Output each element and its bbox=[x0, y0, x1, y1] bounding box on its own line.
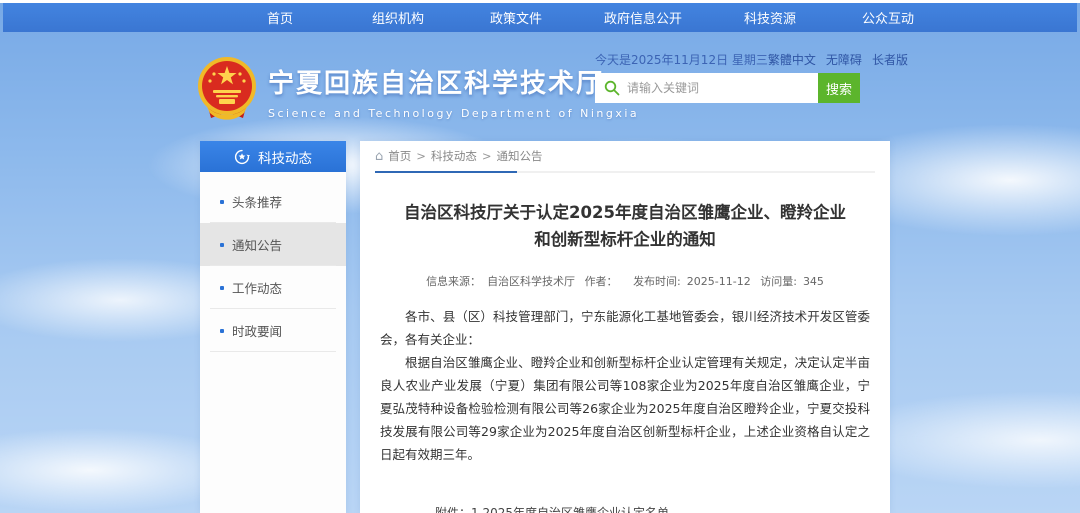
nav-item-gov-info[interactable]: 政府信息公开 bbox=[575, 8, 711, 27]
attachment-link-1[interactable]: 1.2025年度自治区雏鹰企业认定名单 bbox=[471, 504, 705, 513]
sidebar-item-current-politics[interactable]: 时政要闻 bbox=[200, 309, 346, 352]
meta-author-label: 作者： bbox=[585, 275, 618, 288]
sidebar-item-headlines[interactable]: 头条推荐 bbox=[200, 180, 346, 223]
national-emblem-logo bbox=[197, 56, 257, 124]
breadcrumb-divider bbox=[375, 171, 875, 173]
nav-item-interaction[interactable]: 公众互动 bbox=[829, 8, 947, 27]
meta-publish-label: 发布时间: bbox=[633, 275, 681, 288]
site-subtitle: Science and Technology Department of Nin… bbox=[268, 107, 639, 120]
search-icon bbox=[604, 80, 620, 96]
site-title-block: 宁夏回族自治区科学技术厅 Science and Technology Depa… bbox=[268, 63, 639, 120]
breadcrumb-separator: > bbox=[416, 149, 426, 163]
search-button[interactable]: 搜索 bbox=[818, 73, 860, 103]
sidebar-list: 头条推荐 通知公告 工作动态 时政要闻 bbox=[200, 172, 346, 352]
breadcrumb-tech-news[interactable]: 科技动态 bbox=[431, 148, 477, 164]
article-paragraph: 各市、县（区）科技管理部门，宁东能源化工基地管委会，银川经济技术开发区管委会，各… bbox=[380, 305, 870, 351]
meta-source-label: 信息来源： bbox=[426, 275, 481, 288]
meta-source: 自治区科学技术厅 bbox=[487, 275, 575, 288]
sidebar-title: 科技动态 bbox=[258, 147, 312, 167]
sidebar-item-work-updates[interactable]: 工作动态 bbox=[200, 266, 346, 309]
breadcrumb-home[interactable]: 首页 bbox=[388, 148, 411, 164]
nav-item-home[interactable]: 首页 bbox=[221, 8, 339, 27]
sidebar-item-label: 通知公告 bbox=[232, 235, 282, 254]
nav-item-policy[interactable]: 政策文件 bbox=[457, 8, 575, 27]
search-input-wrap bbox=[595, 73, 818, 103]
today-date-text: 今天是2025年11月12日 星期三 bbox=[595, 51, 768, 68]
article-paragraph: 根据自治区雏鹰企业、瞪羚企业和创新型标杆企业认定管理有关规定，决定认定半亩良人农… bbox=[380, 351, 870, 466]
home-icon: ⌂ bbox=[375, 150, 383, 163]
bullet-dot-icon bbox=[220, 243, 224, 247]
sidebar-header: 科技动态 bbox=[200, 141, 346, 172]
bullet-dot-icon bbox=[220, 329, 224, 333]
top-navigation: 首页 组织机构 政策文件 政府信息公开 科技资源 公众互动 bbox=[3, 3, 1077, 32]
attachments-label: 附件： bbox=[435, 504, 471, 513]
site-title: 宁夏回族自治区科学技术厅 bbox=[268, 63, 639, 100]
bullet-dot-icon bbox=[220, 286, 224, 290]
search-bar: 搜索 bbox=[595, 73, 875, 103]
sidebar-item-label: 时政要闻 bbox=[232, 321, 282, 340]
circular-star-icon bbox=[234, 149, 250, 165]
national-emblem-icon bbox=[197, 56, 257, 124]
sidebar-item-label: 工作动态 bbox=[232, 278, 282, 297]
meta-publish-date: 2025-11-12 bbox=[687, 275, 751, 288]
bullet-dot-icon bbox=[220, 200, 224, 204]
attachments: 附件： 1.2025年度自治区雏鹰企业认定名单 2.2025年度自治区瞪羚企业认… bbox=[435, 504, 870, 513]
article-body: 各市、县（区）科技管理部门，宁东能源化工基地管委会，银川经济技术开发区管委会，各… bbox=[380, 305, 870, 466]
quick-links: 繁體中文 无障碍 长者版 bbox=[768, 51, 908, 68]
article: 自治区科技厅关于认定2025年度自治区雏鹰企业、瞪羚企业 和创新型标杆企业的通知… bbox=[360, 199, 890, 513]
article-title: 自治区科技厅关于认定2025年度自治区雏鹰企业、瞪羚企业 和创新型标杆企业的通知 bbox=[380, 199, 870, 253]
link-elder-version[interactable]: 长者版 bbox=[872, 51, 908, 68]
main-panel: ⌂ 首页 > 科技动态 > 通知公告 自治区科技厅关于认定2025年度自治区雏鹰… bbox=[360, 141, 890, 513]
meta-views-label: 访问量: bbox=[760, 275, 797, 288]
nav-item-resources[interactable]: 科技资源 bbox=[711, 8, 829, 27]
article-meta: 信息来源： 自治区科学技术厅 作者： 发布时间: 2025-11-12 访问量: 34… bbox=[380, 273, 870, 289]
article-title-line1: 自治区科技厅关于认定2025年度自治区雏鹰企业、瞪羚企业 bbox=[404, 203, 846, 222]
article-title-line2: 和创新型标杆企业的通知 bbox=[534, 230, 716, 249]
breadcrumb-notices[interactable]: 通知公告 bbox=[497, 148, 543, 164]
link-traditional-chinese[interactable]: 繁體中文 bbox=[768, 51, 816, 68]
nav-item-organization[interactable]: 组织机构 bbox=[339, 8, 457, 27]
meta-views: 345 bbox=[803, 275, 824, 288]
link-accessibility[interactable]: 无障碍 bbox=[826, 51, 862, 68]
sidebar-item-notices[interactable]: 通知公告 bbox=[200, 223, 346, 266]
sidebar: 科技动态 头条推荐 通知公告 工作动态 时政要闻 bbox=[200, 141, 346, 513]
attachments-list: 1.2025年度自治区雏鹰企业认定名单 2.2025年度自治区瞪羚企业认定名单 … bbox=[471, 504, 705, 513]
breadcrumb: ⌂ 首页 > 科技动态 > 通知公告 bbox=[360, 141, 890, 171]
header-meta-bar: 今天是2025年11月12日 星期三 繁體中文 无障碍 长者版 bbox=[595, 51, 875, 67]
breadcrumb-separator: > bbox=[482, 149, 492, 163]
sidebar-item-label: 头条推荐 bbox=[232, 192, 282, 211]
search-input[interactable] bbox=[595, 73, 818, 103]
